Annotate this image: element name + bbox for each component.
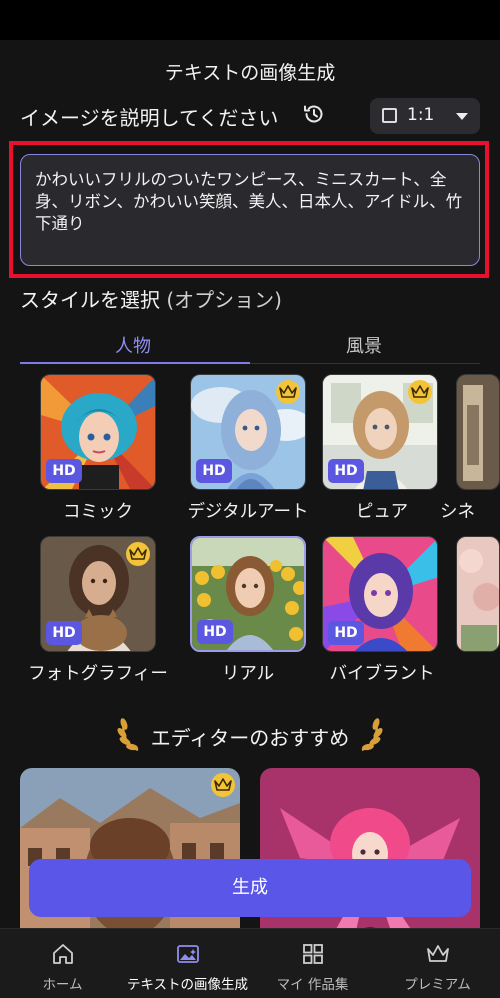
style-heading: スタイルを選択 (オプション) — [20, 284, 282, 313]
style-label: ピュア — [355, 502, 409, 522]
hd-badge: HD — [328, 621, 364, 645]
premium-crown-icon — [211, 773, 235, 797]
style-heading-optional: (オプション) — [166, 288, 282, 312]
style-thumbnail — [456, 536, 500, 652]
prompt-input[interactable]: かわいいフリルのついたワンピース、ミニスカート、全身、リボン、かわいい笑顔、美人… — [20, 154, 480, 266]
prompt-label: イメージを説明してください — [20, 106, 279, 130]
nav-label: マイ 作品集 — [276, 977, 349, 993]
style-label: バイブラント — [329, 664, 435, 684]
style-thumbnail — [456, 374, 500, 490]
prompt-text: かわいいフリルのついたワンピース、ミニスカート、全身、リボン、かわいい笑顔、美人… — [35, 170, 463, 233]
image-gen-icon — [175, 941, 201, 967]
tab-scenery[interactable]: 風景 — [346, 332, 382, 358]
nav-label: プレミアム — [404, 977, 471, 993]
hd-badge: HD — [46, 459, 82, 483]
hd-badge: HD — [46, 621, 82, 645]
grid-icon — [300, 941, 326, 967]
style-thumbnail: HD — [322, 374, 438, 490]
tab-people[interactable]: 人物 — [115, 332, 151, 358]
history-icon[interactable] — [302, 102, 326, 126]
premium-crown-icon — [276, 380, 300, 404]
home-icon — [50, 941, 76, 967]
app-screen: テキストの画像生成 イメージを説明してください 1:1 かわいいフリルのついたワ… — [0, 40, 500, 998]
page-title: テキストの画像生成 — [164, 62, 336, 84]
generate-button[interactable]: 生成 — [29, 859, 471, 917]
nav-text-to-image[interactable]: テキストの画像生成 — [125, 929, 250, 998]
status-bar — [0, 0, 500, 40]
editors-picks-title: エディターのおすすめ — [150, 726, 350, 750]
bottom-nav: ホーム テキストの画像生成 マイ 作品集 プレミアム — [0, 928, 500, 998]
hd-badge: HD — [196, 459, 232, 483]
style-thumbnail: HD — [40, 374, 156, 490]
style-heading-text: スタイルを選択 — [20, 288, 160, 312]
hd-badge: HD — [328, 459, 364, 483]
active-tab-indicator — [20, 362, 250, 364]
aspect-ratio-dropdown[interactable]: 1:1 — [370, 98, 480, 134]
premium-crown-icon — [408, 380, 432, 404]
nav-home[interactable]: ホーム — [0, 929, 125, 998]
style-label: シネ — [440, 502, 475, 522]
nav-my-works[interactable]: マイ 作品集 — [250, 929, 375, 998]
prompt-row: イメージを説明してください 1:1 — [20, 98, 480, 134]
style-label: コミック — [63, 502, 133, 522]
style-thumbnail: HD — [40, 536, 156, 652]
style-thumbnail: HD — [322, 536, 438, 652]
crown-icon — [425, 941, 451, 967]
style-thumbnail: HD — [190, 374, 306, 490]
nav-premium[interactable]: プレミアム — [375, 929, 500, 998]
nav-label: テキストの画像生成 — [126, 977, 249, 993]
aspect-ratio-value: 1:1 — [407, 105, 435, 125]
style-thumbnail: HD — [190, 536, 306, 652]
laurel-right-icon — [356, 714, 386, 752]
hd-badge: HD — [197, 620, 233, 644]
square-ratio-icon — [382, 108, 397, 123]
style-tabs: 人物 風景 — [20, 324, 480, 364]
chevron-down-icon — [456, 113, 468, 120]
premium-crown-icon — [126, 542, 150, 566]
nav-label: ホーム — [42, 977, 83, 993]
style-label: フォトグラフィー — [28, 664, 168, 684]
